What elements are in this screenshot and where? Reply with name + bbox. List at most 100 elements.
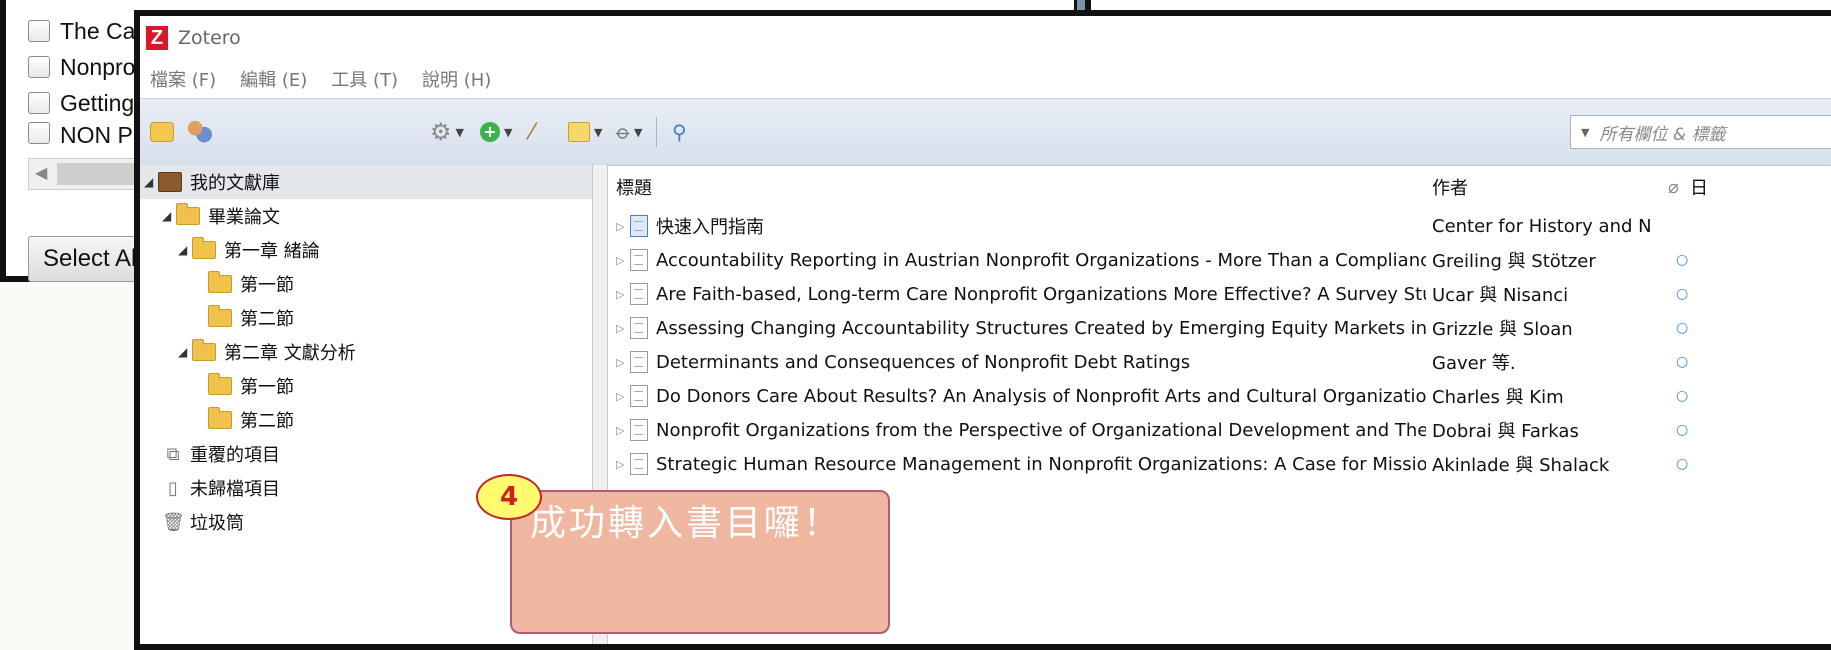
attachment-dot-icon: ○ bbox=[1676, 354, 1689, 370]
document-icon bbox=[630, 249, 648, 271]
advanced-search-button[interactable]: ⚲ bbox=[672, 117, 687, 147]
attachment-paperclip-icon: ⌀ bbox=[611, 119, 637, 145]
zotero-window: Z Zotero 檔案 (F) 編輯 (E) 工具 (T) 說明 (H) ⚙ ▼ … bbox=[134, 10, 1831, 650]
expand-twisty-icon[interactable]: ▷ bbox=[616, 254, 624, 267]
tree-item-unfiled[interactable]: ▯ 未歸檔項目 bbox=[162, 471, 280, 505]
expand-twisty-icon[interactable]: ◢ bbox=[162, 209, 176, 223]
menu-help[interactable]: 說明 (H) bbox=[422, 66, 491, 92]
checkbox-item[interactable]: Getting bbox=[28, 86, 134, 120]
expand-twisty-icon[interactable]: ▷ bbox=[616, 322, 624, 335]
table-row[interactable]: ▷ Are Faith-based, Long-term Care Nonpro… bbox=[608, 277, 1831, 311]
attachment-dot-icon: ○ bbox=[1676, 388, 1689, 404]
expand-twisty-icon[interactable]: ▷ bbox=[616, 356, 624, 369]
folder-icon bbox=[176, 203, 200, 225]
actions-gear-icon: ⚙ bbox=[430, 118, 452, 146]
select-all-button[interactable]: Select Al bbox=[28, 236, 148, 282]
table-row[interactable]: ▷ Determinants and Consequences of Nonpr… bbox=[608, 345, 1831, 379]
tree-item-collection[interactable]: 第二節 bbox=[208, 301, 294, 335]
add-by-identifier-button[interactable]: ⁄ bbox=[530, 117, 534, 147]
menu-bar: 檔案 (F) 編輯 (E) 工具 (T) 說明 (H) bbox=[140, 60, 1831, 98]
trash-icon: 🗑 bbox=[162, 511, 185, 533]
tree-item-collection[interactable]: 第一節 bbox=[208, 369, 294, 403]
new-item-icon: + bbox=[480, 122, 500, 142]
table-row[interactable]: ▷ 快速入門指南 Center for History and New ... bbox=[608, 209, 1831, 243]
attachment-dot-icon: ○ bbox=[1676, 286, 1689, 302]
menu-edit[interactable]: 編輯 (E) bbox=[240, 66, 307, 92]
folder-icon bbox=[208, 271, 232, 293]
table-row[interactable]: ▷ Assessing Changing Accountability Stru… bbox=[608, 311, 1831, 345]
table-row[interactable]: ▷ Accountability Reporting in Austrian N… bbox=[608, 243, 1831, 277]
attachment-dot-icon: ○ bbox=[1676, 456, 1689, 472]
guide-document-icon bbox=[630, 215, 648, 237]
search-input[interactable]: ▼ 所有欄位 & 標籤 bbox=[1570, 115, 1831, 149]
document-icon bbox=[630, 351, 648, 373]
menu-file[interactable]: 檔案 (F) bbox=[150, 66, 216, 92]
expand-twisty-icon[interactable]: ◢ bbox=[178, 345, 192, 359]
document-icon bbox=[630, 317, 648, 339]
table-row[interactable]: ▷ Nonprofit Organizations from the Persp… bbox=[608, 413, 1831, 447]
duplicates-icon: ⧉ bbox=[166, 443, 180, 465]
expand-twisty-icon[interactable]: ▷ bbox=[616, 424, 624, 437]
new-note-button[interactable]: ▼ bbox=[568, 117, 602, 147]
column-header-attachments-icon[interactable]: ⌀ bbox=[1668, 165, 1679, 209]
folder-icon bbox=[208, 305, 232, 327]
main-content: ◢ 我的文獻庫 ◢ 畢業論文 ◢ 第一章 緒論 第一節 第二節 ◢ 第二章 文獻… bbox=[140, 165, 1831, 644]
document-icon bbox=[630, 419, 648, 441]
expand-twisty-icon[interactable]: ▷ bbox=[616, 220, 624, 233]
folder-icon bbox=[192, 237, 216, 259]
new-group-button[interactable] bbox=[186, 117, 212, 147]
toolbar: ⚙ ▼ + ▼ ⁄ ▼ ⌀ ▼ ⚲ ▼ 所有欄位 & 標籤 bbox=[140, 98, 1831, 166]
attachment-dot-icon: ○ bbox=[1676, 252, 1689, 268]
table-row[interactable]: ▷ Strategic Human Resource Management in… bbox=[608, 447, 1831, 481]
menu-tools[interactable]: 工具 (T) bbox=[331, 66, 398, 92]
tree-item-duplicates[interactable]: ⧉ 重覆的項目 bbox=[162, 437, 280, 471]
new-group-icon bbox=[186, 119, 212, 145]
column-header-title[interactable]: 標題 bbox=[616, 165, 652, 209]
checkbox[interactable] bbox=[28, 92, 50, 114]
new-item-button[interactable]: + ▼ bbox=[480, 117, 512, 147]
checkbox[interactable] bbox=[28, 56, 50, 78]
expand-twisty-icon[interactable]: ▷ bbox=[616, 288, 624, 301]
expand-twisty-icon[interactable]: ▷ bbox=[616, 390, 624, 403]
unfiled-icon: ▯ bbox=[168, 477, 178, 499]
scroll-left-icon[interactable]: ◀ bbox=[35, 163, 47, 182]
document-icon bbox=[630, 385, 648, 407]
checkbox[interactable] bbox=[28, 20, 50, 42]
search-mode-dropdown-icon[interactable]: ▼ bbox=[1581, 126, 1589, 139]
checkbox[interactable] bbox=[28, 122, 50, 144]
title-bar: Z Zotero bbox=[140, 16, 1831, 60]
tree-item-collection[interactable]: ◢ 第一章 緒論 bbox=[178, 233, 320, 267]
annotation-text: 成功轉入書目囉！ bbox=[530, 503, 843, 544]
checkbox-item[interactable]: NON PF bbox=[28, 122, 147, 144]
window-title: Zotero bbox=[178, 27, 241, 49]
add-attachment-button[interactable]: ⌀ ▼ bbox=[611, 117, 642, 147]
expand-twisty-icon[interactable]: ◢ bbox=[178, 243, 192, 257]
toolbar-separator bbox=[656, 117, 657, 147]
checkbox-item[interactable]: The Cau bbox=[28, 14, 148, 48]
tree-item-trash[interactable]: 🗑 垃圾筒 bbox=[162, 505, 244, 539]
tree-item-collection[interactable]: ◢ 畢業論文 bbox=[162, 199, 280, 233]
tree-item-collection[interactable]: ◢ 第二章 文獻分析 bbox=[178, 335, 356, 369]
folder-icon bbox=[192, 339, 216, 361]
add-by-identifier-wand-icon: ⁄ bbox=[530, 119, 534, 145]
tree-item-collection[interactable]: 第一節 bbox=[208, 267, 294, 301]
library-icon bbox=[158, 172, 182, 192]
expand-twisty-icon[interactable]: ◢ bbox=[144, 175, 158, 189]
new-note-icon bbox=[568, 122, 590, 142]
checkbox-item[interactable]: Nonprof bbox=[28, 50, 142, 84]
tree-item-collection[interactable]: 第二節 bbox=[208, 403, 294, 437]
attachment-dot-icon: ○ bbox=[1676, 320, 1689, 336]
expand-twisty-icon[interactable]: ▷ bbox=[616, 458, 624, 471]
horizontal-scrollbar[interactable]: ◀ bbox=[28, 158, 149, 190]
folder-icon bbox=[208, 373, 232, 395]
search-placeholder: 所有欄位 & 標籤 bbox=[1599, 124, 1726, 145]
actions-button[interactable]: ⚙ ▼ bbox=[430, 117, 464, 147]
new-collection-icon bbox=[150, 122, 174, 142]
column-header-author[interactable]: 作者 bbox=[1432, 165, 1468, 209]
tree-item-my-library[interactable]: ◢ 我的文獻庫 bbox=[140, 165, 592, 199]
table-row[interactable]: ▷ Do Donors Care About Results? An Analy… bbox=[608, 379, 1831, 413]
advanced-search-icon: ⚲ bbox=[672, 120, 687, 144]
column-header-extra[interactable]: 日 bbox=[1690, 165, 1708, 209]
step-number-badge: 4 bbox=[476, 474, 542, 520]
new-collection-button[interactable] bbox=[150, 117, 174, 147]
